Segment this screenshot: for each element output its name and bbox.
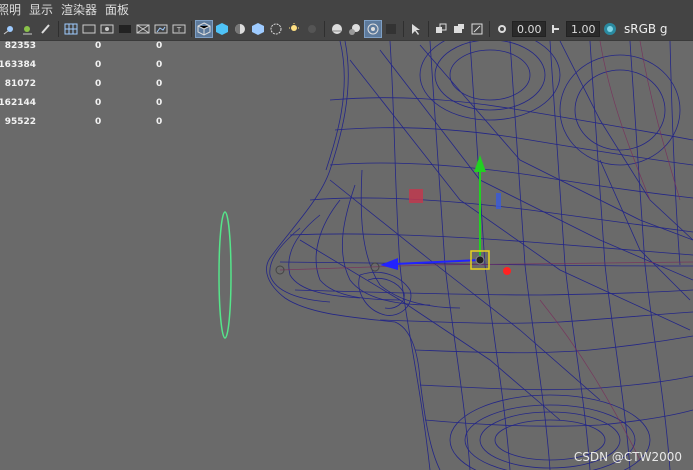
- shadows-icon[interactable]: [286, 21, 302, 37]
- resolution-gate-icon[interactable]: [99, 21, 115, 37]
- smooth-shade-icon[interactable]: [214, 21, 230, 37]
- plane-handle: [409, 189, 423, 203]
- ambient-icon[interactable]: [347, 21, 363, 37]
- textured-icon[interactable]: [250, 21, 266, 37]
- poly-count-hud: 82353 0 0 163384 0 0 81072 0 0 162144 0 0 95522 0…: [0, 41, 180, 136]
- select-tool-icon[interactable]: [408, 21, 424, 37]
- isolate-icon[interactable]: [433, 21, 449, 37]
- gate-mask-icon[interactable]: [117, 21, 133, 37]
- xray-icon[interactable]: [364, 20, 382, 38]
- gamma-field[interactable]: 1.00: [566, 21, 600, 37]
- viewport-toolbar: T 0.00 1.00 sRGB g: [0, 18, 693, 41]
- color-space-icon[interactable]: [602, 21, 618, 37]
- menu-bar: 照明 显示 渲染器 面板: [0, 0, 693, 18]
- field-chart-icon[interactable]: [135, 21, 151, 37]
- use-lights-icon[interactable]: [268, 21, 284, 37]
- grid-icon[interactable]: [63, 21, 79, 37]
- camera-icon[interactable]: [451, 21, 467, 37]
- gamma-icon[interactable]: [548, 21, 564, 37]
- watermark: CSDN @CTW2000: [573, 450, 682, 464]
- control-ring: [218, 211, 232, 339]
- 3d-viewport[interactable]: 82353 0 0 163384 0 0 81072 0 0 162144 0 0 95522 0…: [0, 41, 693, 470]
- view-icon[interactable]: [469, 21, 485, 37]
- xray-joints-icon[interactable]: [383, 21, 399, 37]
- menu-show[interactable]: 显示: [29, 1, 61, 18]
- exposure-icon[interactable]: [494, 21, 510, 37]
- hud-row: 95522 0 0: [4, 117, 163, 127]
- safe-title-icon[interactable]: T: [171, 21, 187, 37]
- shade-all-icon[interactable]: [232, 21, 248, 37]
- exposure-field[interactable]: 0.00: [512, 21, 546, 37]
- z-axis-handle: [503, 267, 511, 275]
- y-axis-arrow: [474, 155, 486, 172]
- hud-row: 82353 0 0: [4, 41, 163, 51]
- hud-row: 163384 0 0: [0, 60, 163, 70]
- occlusion-icon[interactable]: [304, 21, 320, 37]
- safe-action-icon[interactable]: [153, 21, 169, 37]
- motion-blur-icon[interactable]: [329, 21, 345, 37]
- menu-renderer[interactable]: 渲染器: [61, 1, 105, 18]
- hud-row: 162144 0 0: [0, 98, 163, 108]
- svg-text:T: T: [176, 26, 182, 34]
- lights-icon[interactable]: [2, 21, 18, 37]
- wireframe-icon[interactable]: [195, 20, 213, 38]
- shadow-icon[interactable]: [20, 21, 36, 37]
- hud-row: 81072 0 0: [4, 79, 163, 89]
- x-axis-arrow: [380, 258, 398, 270]
- menu-panels[interactable]: 面板: [105, 1, 137, 18]
- pen-icon[interactable]: [38, 21, 54, 37]
- film-gate-icon[interactable]: [81, 21, 97, 37]
- menu-lighting[interactable]: 照明: [0, 1, 29, 18]
- color-space-label[interactable]: sRGB g: [624, 22, 668, 36]
